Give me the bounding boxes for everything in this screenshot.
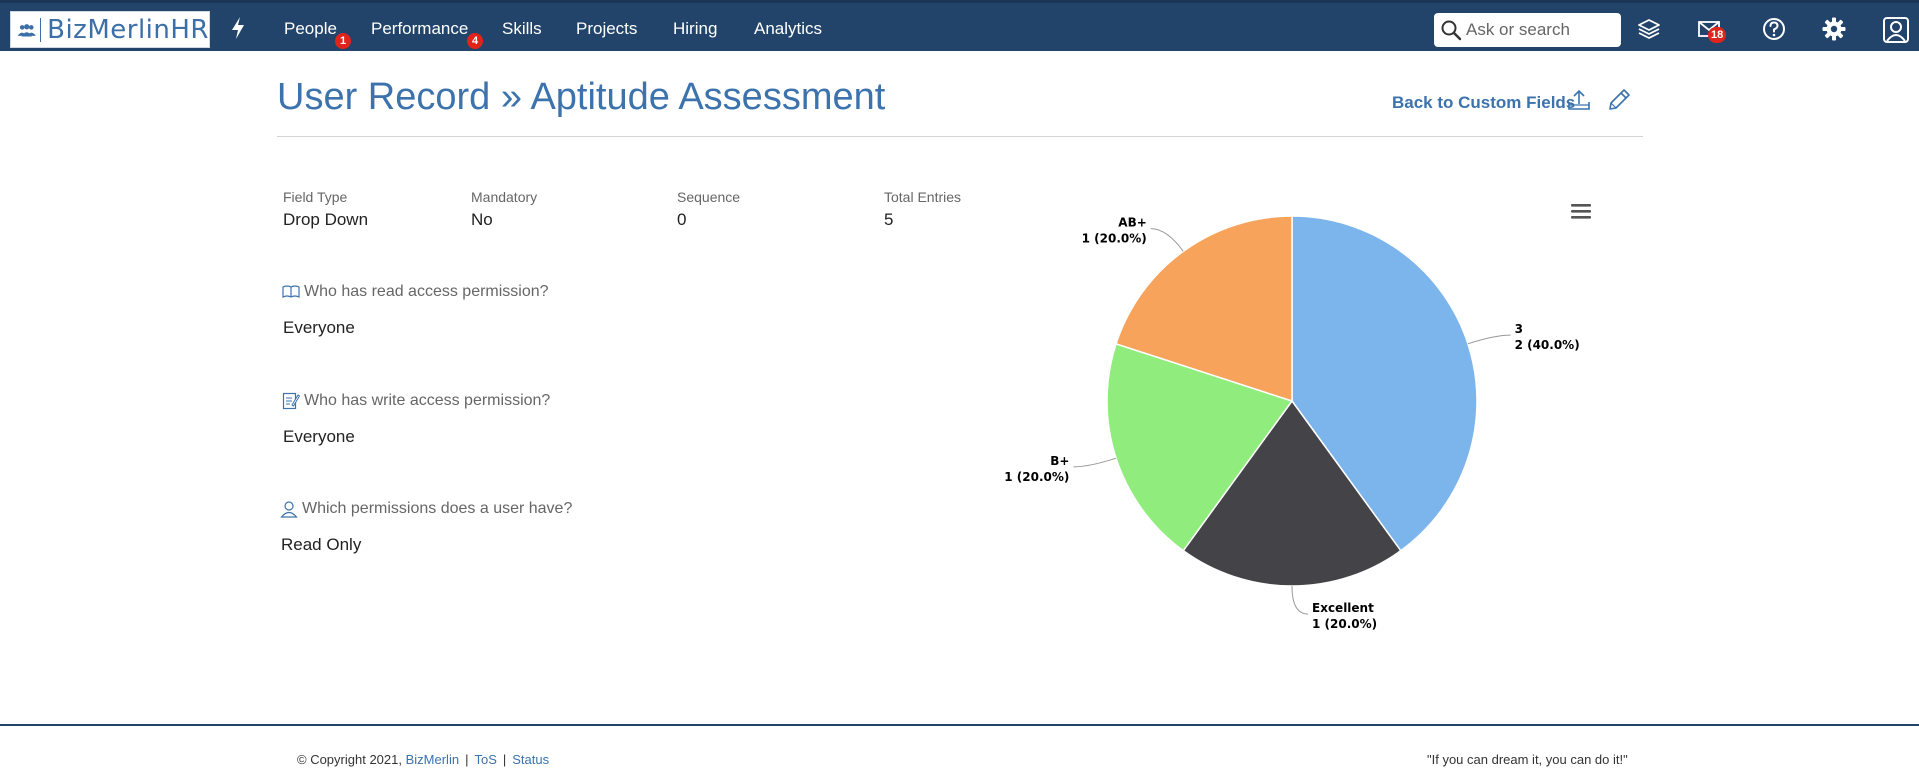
- total-entries-label: Total Entries: [884, 189, 962, 205]
- pie-label-value: 2 (40.0%): [1515, 338, 1580, 352]
- footer-divider: [0, 724, 1919, 726]
- layers-icon[interactable]: [1636, 16, 1662, 42]
- sequence-label: Sequence: [677, 189, 741, 205]
- pie-label-value: 1 (20.0%): [1082, 232, 1147, 246]
- user-icon: [280, 501, 298, 518]
- read-access-answer: Everyone: [283, 318, 355, 337]
- performance-badge: 4: [467, 33, 483, 49]
- pie-label-connector: [1467, 334, 1511, 345]
- nav-performance[interactable]: Performance: [371, 19, 468, 39]
- mail-badge: 18: [1708, 27, 1727, 43]
- gear-icon[interactable]: [1821, 16, 1847, 42]
- edit-document-icon: [282, 392, 300, 410]
- user-permissions-question: Which permissions does a user have?: [280, 500, 572, 518]
- nav-hiring[interactable]: Hiring: [673, 19, 717, 39]
- pie-label-connector: [1073, 457, 1117, 468]
- pie-label-connector: [1291, 585, 1309, 615]
- read-access-question: Who has read access permission?: [282, 283, 549, 301]
- lightning-icon[interactable]: [228, 16, 248, 40]
- search-box[interactable]: [1434, 13, 1621, 47]
- sequence-value: 0: [677, 210, 687, 229]
- logo-separator: [40, 17, 42, 42]
- nav-people[interactable]: People: [284, 19, 337, 39]
- pie-label-name: 3: [1515, 322, 1523, 336]
- page-title: User Record » Aptitude Assessment: [277, 76, 886, 118]
- pie-label-name: AB+: [1118, 216, 1147, 230]
- chart-menu-icon[interactable]: [1569, 200, 1593, 222]
- logo-text: BizMerlinHR: [47, 14, 209, 45]
- user-permissions-answer: Read Only: [281, 535, 362, 554]
- write-access-question: Who has write access permission?: [282, 392, 550, 410]
- mandatory-label: Mandatory: [471, 189, 538, 205]
- pie-chart: 3 2 (40.0%) Excellent 1 (20.0%) B+ 1 (20.0%) A…: [1004, 215, 1580, 631]
- back-to-custom-fields-link[interactable]: Back to Custom Fields: [1392, 93, 1575, 113]
- people-badge: 1: [335, 33, 351, 49]
- book-icon: [282, 285, 300, 298]
- help-icon[interactable]: [1761, 16, 1787, 42]
- read-access-question-text: Who has read access permission?: [304, 283, 549, 300]
- field-type-label: Field Type: [283, 189, 348, 205]
- pie-label-connector: [1150, 228, 1184, 252]
- bizmerlin-link[interactable]: BizMerlin: [406, 752, 459, 767]
- edit-pencil-icon[interactable]: [1606, 87, 1632, 113]
- status-link[interactable]: Status: [512, 752, 549, 767]
- user-permissions-question-text: Which permissions does a user have?: [302, 500, 573, 517]
- footer-left: © Copyright 2021, BizMerlin | ToS | Status: [297, 752, 550, 767]
- people-group-icon: [17, 23, 36, 36]
- nav-skills[interactable]: Skills: [502, 19, 542, 39]
- write-access-question-text: Who has write access permission?: [304, 392, 551, 409]
- search-input[interactable]: [1466, 20, 1616, 40]
- field-type-value: Drop Down: [283, 210, 369, 229]
- pie-label-value: 1 (20.0%): [1312, 617, 1377, 631]
- nav-projects[interactable]: Projects: [576, 19, 637, 39]
- copyright-text: © Copyright 2021,: [297, 752, 402, 767]
- pie-label-value: 1 (20.0%): [1004, 470, 1069, 484]
- export-icon[interactable]: [1566, 87, 1592, 113]
- total-entries-value: 5: [884, 210, 894, 229]
- footer-quote: "If you can dream it, you can do it!": [1427, 752, 1628, 767]
- bizmerlin-logo[interactable]: BizMerlinHR: [10, 11, 210, 48]
- user-profile-icon[interactable]: [1882, 16, 1910, 44]
- nav-analytics[interactable]: Analytics: [754, 19, 822, 39]
- header-divider: [277, 136, 1643, 137]
- write-access-answer: Everyone: [283, 427, 355, 446]
- pie-label-name: Excellent: [1312, 601, 1374, 615]
- mandatory-value: No: [471, 210, 493, 229]
- top-navbar: BizMerlinHR People 1 Performance 4 Skill…: [0, 0, 1919, 51]
- search-icon: [1441, 20, 1462, 41]
- tos-link[interactable]: ToS: [474, 752, 496, 767]
- pie-label-name: B+: [1050, 454, 1069, 468]
